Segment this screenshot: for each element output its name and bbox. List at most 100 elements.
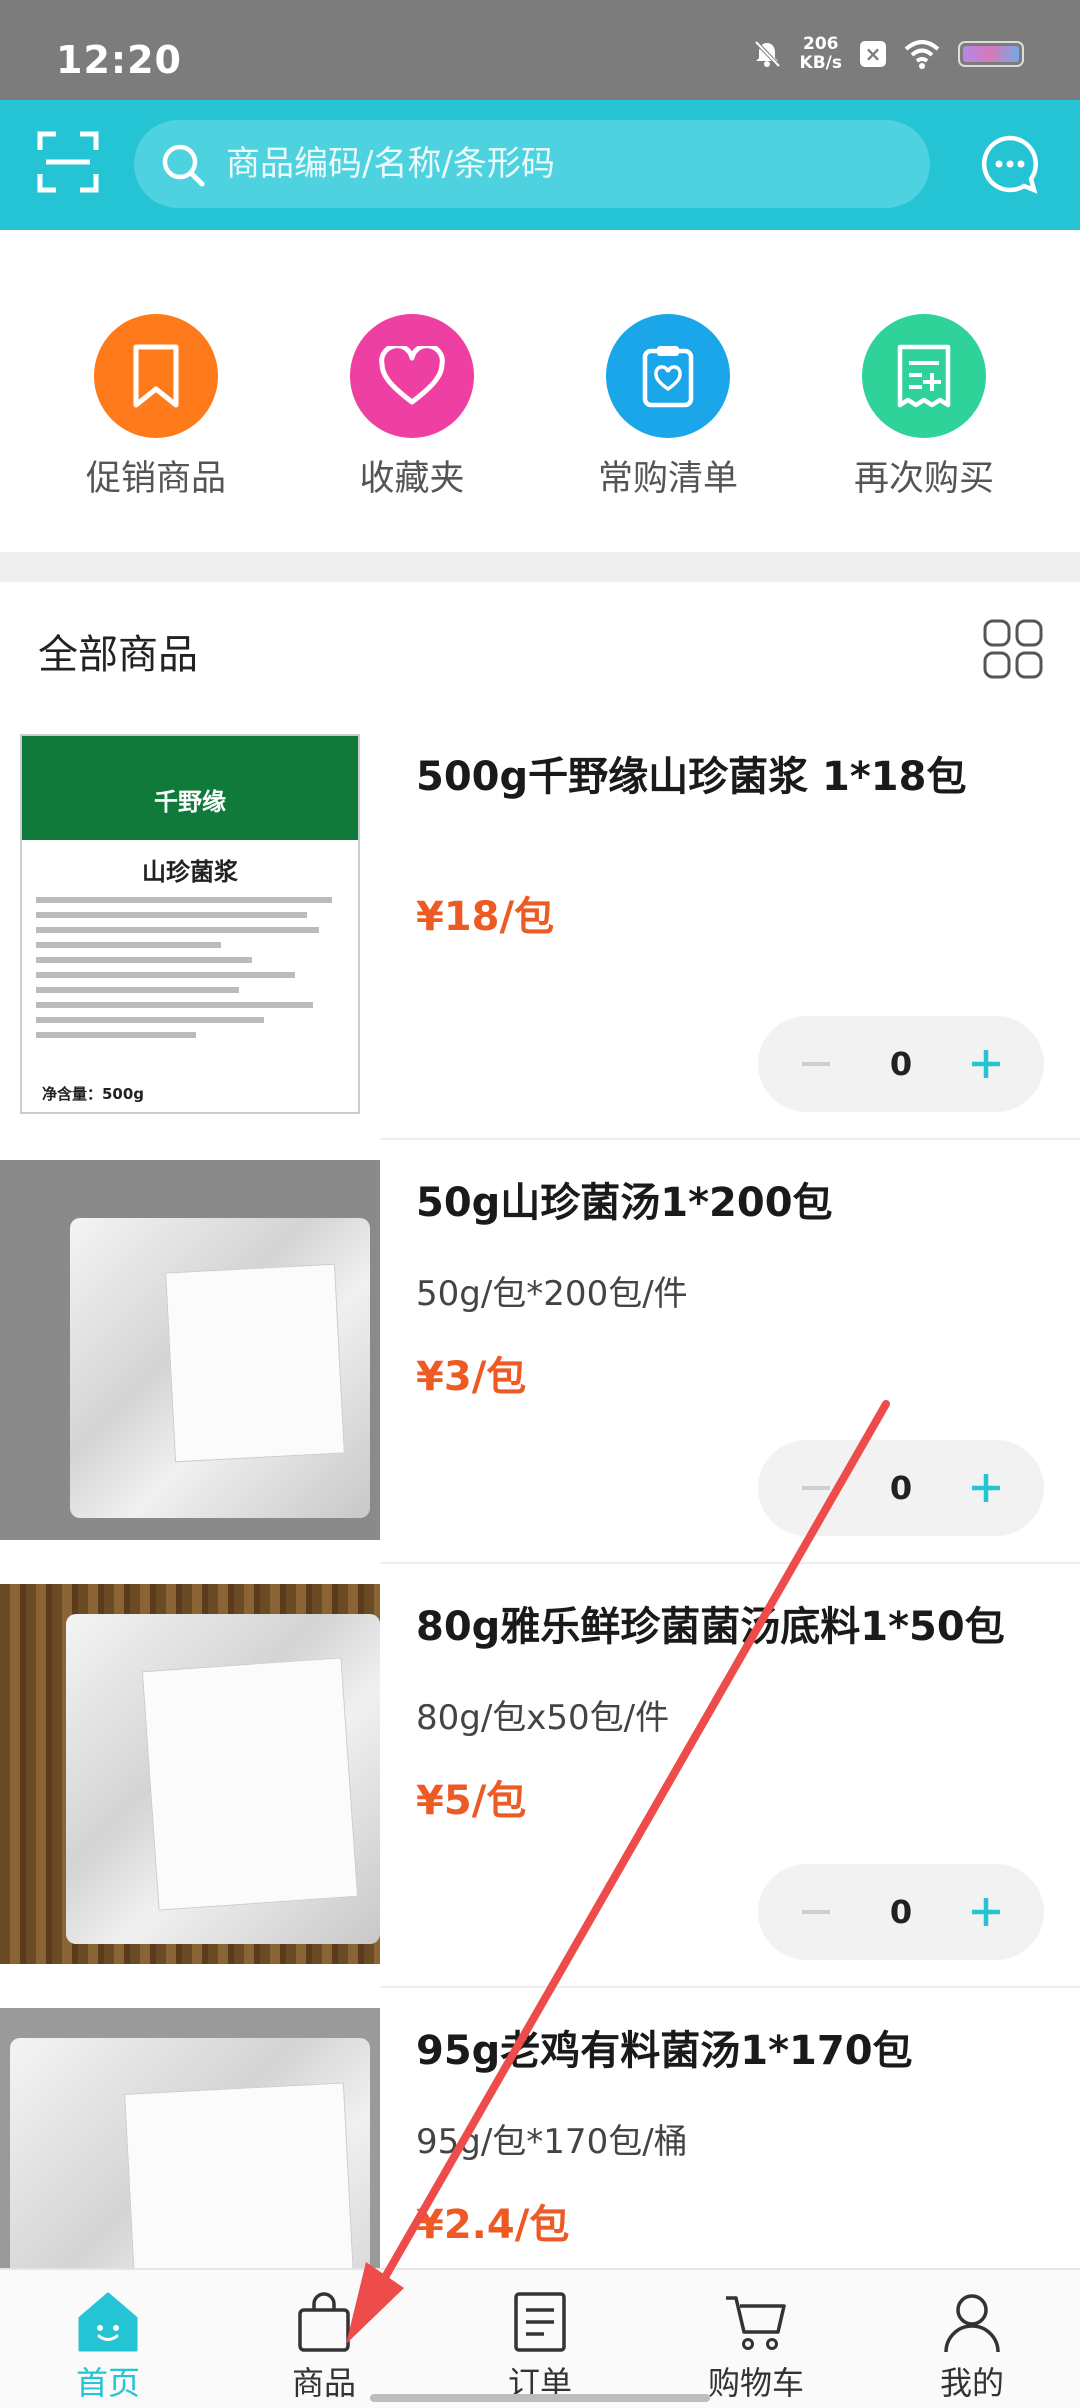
product-image[interactable] (0, 2008, 380, 2268)
clipboard-heart-icon (606, 314, 730, 438)
bottom-navigation: 首页 商品 订单 购物车 我的 (0, 2268, 1080, 2408)
grid-view-toggle-icon[interactable] (982, 618, 1044, 680)
quantity-stepper: 0 (758, 1864, 1044, 1960)
quantity-value[interactable]: 0 (868, 1864, 934, 1960)
product-spec: 80g/包x50包/件 (416, 1698, 670, 1738)
product-image[interactable] (0, 1160, 380, 1540)
status-time: 12:20 (56, 38, 182, 82)
product-name[interactable]: 95g老鸡有料菌汤1*170包 (416, 2018, 913, 2076)
bookmark-icon (94, 314, 218, 438)
product-price: ¥2.4/包 (416, 2192, 569, 2250)
quantity-stepper: 0 (758, 1440, 1044, 1536)
price-value: 3 (443, 1354, 472, 1400)
network-speed-unit: KB/s (799, 53, 842, 73)
price-value: 18 (443, 894, 500, 940)
nav-home[interactable]: 首页 (33, 2290, 183, 2404)
top-header (0, 100, 1080, 230)
price-unit: /包 (499, 894, 555, 940)
product-image[interactable]: 千野缘 山珍菌浆 净含量：500g (0, 734, 380, 1114)
row-divider (380, 1986, 1080, 1988)
nav-home-label: 首页 (75, 2364, 140, 2402)
row-divider (380, 1562, 1080, 1564)
foil-pack-image (0, 1160, 380, 1540)
product-name[interactable]: 500g千野缘山珍菌浆 1*18包 (416, 744, 966, 802)
row-divider (380, 1138, 1080, 1140)
order-list-icon (514, 2292, 566, 2352)
quick-frequent-list[interactable]: 常购清单 (568, 314, 768, 501)
product-list-header: 全部商品 (0, 582, 1080, 712)
product-price: ¥3/包 (416, 1344, 526, 1402)
quick-buy-again[interactable]: 再次购买 (824, 314, 1024, 501)
nav-profile-label: 我的 (939, 2364, 1004, 2402)
quantity-stepper: 0 (758, 1016, 1044, 1112)
foil-pack-image (0, 1584, 380, 1964)
minus-icon[interactable] (788, 1460, 844, 1516)
brand-banner: 千野缘 (22, 736, 358, 840)
product-name[interactable]: 80g雅乐鲜珍菌菌汤底料1*50包 (416, 1594, 1005, 1652)
quick-entries: 促销商品 收藏夹 常购清单 再次购买 (0, 230, 1080, 552)
brand-name: 千野缘 (154, 788, 226, 816)
product-name[interactable]: 50g山珍菌汤1*200包 (416, 1170, 833, 1228)
price-symbol: ¥ (416, 1778, 444, 1824)
quick-favorites[interactable]: 收藏夹 (312, 314, 512, 501)
receipt-plus-icon (862, 314, 986, 438)
quantity-value[interactable]: 0 (868, 1016, 934, 1112)
price-unit: /包 (471, 1354, 527, 1400)
plus-icon[interactable] (958, 1036, 1014, 1092)
package-label-image: 千野缘 山珍菌浆 净含量：500g (20, 734, 360, 1114)
quick-promotions-label: 促销商品 (85, 459, 226, 499)
price-symbol: ¥ (416, 2202, 444, 2248)
package-net-weight: 净含量：500g (42, 1085, 145, 1103)
quantity-value[interactable]: 0 (868, 1440, 934, 1536)
product-card[interactable]: 80g雅乐鲜珍菌菌汤底料1*50包 80g/包x50包/件 ¥5/包 0 (0, 1584, 1080, 2008)
user-icon (944, 2294, 1000, 2353)
search-bar[interactable] (134, 120, 930, 208)
network-speed-value: 206 (803, 34, 839, 54)
package-product-name: 山珍菌浆 (142, 858, 238, 886)
nav-products[interactable]: 商品 (249, 2290, 399, 2404)
price-unit: /包 (471, 1778, 527, 1824)
minus-icon[interactable] (788, 1036, 844, 1092)
gesture-home-bar (370, 2394, 710, 2402)
status-icons: 206 KB/s × (752, 34, 1024, 74)
mute-bell-icon (754, 40, 780, 68)
nav-profile[interactable]: 我的 (897, 2290, 1047, 2404)
search-input[interactable] (226, 120, 906, 208)
network-speed: 206 KB/s (800, 35, 842, 73)
product-card[interactable]: 95g老鸡有料菌汤1*170包 95g/包*170包/桶 ¥2.4/包 (0, 2008, 1080, 2268)
message-icon[interactable] (980, 134, 1040, 194)
notification-x-icon: × (860, 41, 886, 67)
heart-icon (350, 314, 474, 438)
plus-icon[interactable] (958, 1884, 1014, 1940)
home-icon (78, 2292, 138, 2352)
product-card[interactable]: 50g山珍菌汤1*200包 50g/包*200包/件 ¥3/包 0 (0, 1160, 1080, 1584)
section-divider (0, 552, 1080, 582)
search-icon (162, 144, 205, 187)
quick-frequent-list-label: 常购清单 (597, 459, 738, 499)
price-unit: /包 (514, 2202, 570, 2248)
minus-icon[interactable] (788, 1884, 844, 1940)
bag-icon (298, 2292, 350, 2352)
scan-icon[interactable] (36, 130, 100, 194)
product-spec: 95g/包*170包/桶 (416, 2122, 688, 2162)
cart-icon (726, 2296, 786, 2350)
quick-favorites-label: 收藏夹 (359, 459, 465, 499)
quick-buy-again-label: 再次购买 (853, 459, 994, 499)
status-bar: 12:20 206 KB/s × (0, 0, 1080, 100)
product-list-title: 全部商品 (38, 632, 198, 678)
quick-promotions[interactable]: 促销商品 (56, 314, 256, 501)
plus-icon[interactable] (958, 1460, 1014, 1516)
price-symbol: ¥ (416, 1354, 444, 1400)
wifi-icon (904, 40, 940, 69)
nav-orders[interactable]: 订单 (465, 2290, 615, 2404)
product-image[interactable] (0, 1584, 380, 1964)
product-price: ¥5/包 (416, 1768, 526, 1826)
foil-pack-image (0, 2008, 380, 2268)
price-value: 5 (443, 1778, 472, 1824)
product-price: ¥18/包 (416, 884, 554, 942)
product-card[interactable]: 千野缘 山珍菌浆 净含量：500g 500g千野缘山珍菌浆 1*18包 ¥18/… (0, 734, 1080, 1158)
battery-icon (958, 41, 1024, 67)
price-symbol: ¥ (416, 894, 444, 940)
package-text-lines (36, 897, 344, 1038)
nav-cart[interactable]: 购物车 (681, 2290, 831, 2404)
